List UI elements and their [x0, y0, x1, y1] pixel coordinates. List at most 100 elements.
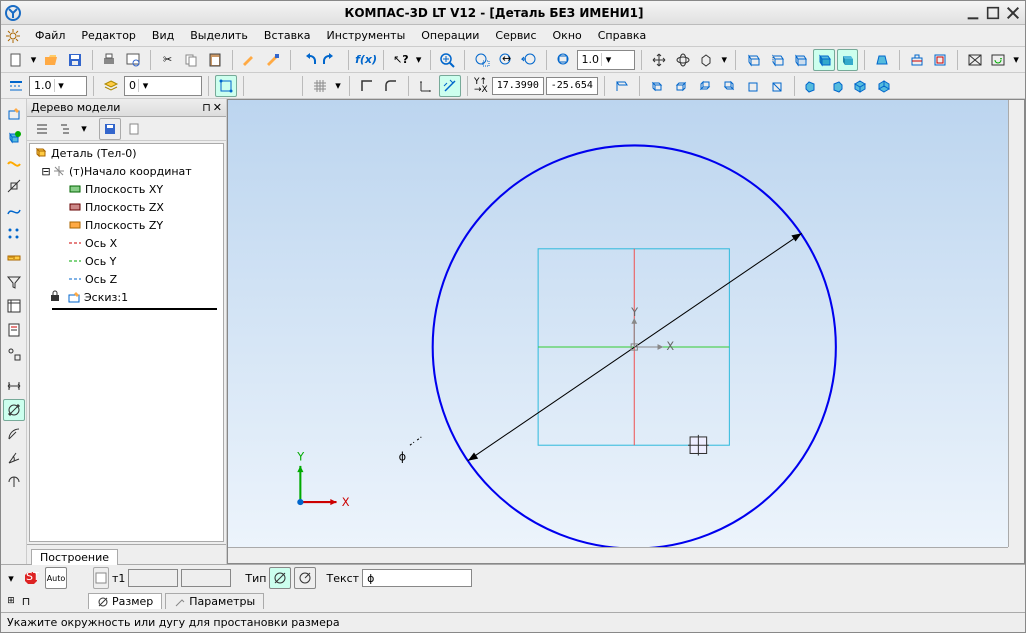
prop-dropdown[interactable]: ▾ — [5, 567, 17, 589]
iso8-button[interactable] — [825, 75, 847, 97]
hidden-thin-button[interactable] — [766, 49, 788, 71]
surface-button[interactable] — [3, 151, 25, 173]
type-radius-button[interactable] — [294, 567, 316, 589]
menu-tools[interactable]: Инструменты — [319, 27, 414, 44]
menu-help[interactable]: Справка — [590, 27, 654, 44]
zoom-window-button[interactable] — [471, 49, 493, 71]
collapse-icon[interactable]: ⊟ — [40, 165, 52, 178]
menu-file[interactable]: Файл — [27, 27, 73, 44]
tab-parameters[interactable]: Параметры — [165, 593, 264, 609]
rebuild-button[interactable] — [906, 49, 928, 71]
snap-blue-button[interactable] — [274, 75, 296, 97]
tree-plane-xy[interactable]: Плоскость XY — [30, 180, 223, 198]
new-button[interactable] — [5, 49, 27, 71]
local-cs-button[interactable] — [415, 75, 437, 97]
array-button[interactable] — [3, 223, 25, 245]
variables-button[interactable]: f(x) — [355, 49, 377, 71]
iso6-button[interactable] — [766, 75, 788, 97]
plane-xy-button[interactable] — [611, 75, 633, 97]
arc-dim-button[interactable] — [3, 471, 25, 493]
new-dropdown[interactable]: ▾ — [29, 49, 39, 71]
zoom-combo[interactable]: 1.0▾ — [577, 50, 636, 70]
menu-view[interactable]: Вид — [144, 27, 182, 44]
iso7-button[interactable] — [801, 75, 823, 97]
redraw-button[interactable] — [988, 49, 1010, 71]
prop-expand[interactable]: ⊞ — [5, 590, 17, 612]
prop-pin[interactable]: ⊓ — [20, 590, 32, 612]
section-button[interactable] — [964, 49, 986, 71]
text-field[interactable]: ϕ — [362, 569, 472, 587]
rotate-button[interactable] — [672, 49, 694, 71]
ortho-button[interactable] — [356, 75, 378, 97]
coord-x-field[interactable]: 17.3990 — [492, 77, 544, 95]
layer-combo[interactable]: 0▾ — [124, 76, 202, 96]
aux-geom-button[interactable] — [3, 175, 25, 197]
tree-view2-button[interactable] — [55, 118, 77, 140]
type-diameter-button[interactable] — [269, 567, 291, 589]
copy-props-button[interactable] — [262, 49, 284, 71]
tree-body[interactable]: Деталь (Тел-0) ⊟ (т)Начало координат Пло… — [29, 143, 224, 542]
iso5-button[interactable] — [742, 75, 764, 97]
spec-button[interactable] — [3, 295, 25, 317]
coord-y-field[interactable]: -25.654 — [546, 77, 598, 95]
tab-dimension[interactable]: Размер — [88, 593, 162, 609]
measure-button[interactable] — [3, 247, 25, 269]
line-width-combo[interactable]: 1.0▾ — [29, 76, 87, 96]
menu-window[interactable]: Окно — [545, 27, 590, 44]
auto-button[interactable]: Auto — [45, 567, 67, 589]
paste-button[interactable] — [204, 49, 226, 71]
menu-service[interactable]: Сервис — [487, 27, 544, 44]
minimize-button[interactable] — [965, 5, 981, 21]
cut-button[interactable]: ✂ — [157, 49, 179, 71]
perspective-button[interactable] — [871, 49, 893, 71]
line-style-button[interactable] — [5, 75, 27, 97]
gear-icon[interactable] — [5, 28, 21, 44]
tree-axis-x[interactable]: Ось X — [30, 234, 223, 252]
pan-button[interactable] — [648, 49, 670, 71]
menu-insert[interactable]: Вставка — [256, 27, 319, 44]
viewport[interactable]: ϕ X Y X — [227, 99, 1025, 564]
tree-tab-build[interactable]: Построение — [31, 549, 118, 565]
edit-sketch-button[interactable] — [3, 103, 25, 125]
tree-close-icon[interactable]: ✕ — [213, 101, 222, 114]
diameter-dim-button[interactable] — [3, 399, 25, 421]
shaded-button[interactable] — [837, 49, 859, 71]
filter-button[interactable] — [3, 271, 25, 293]
grid-button[interactable] — [309, 75, 331, 97]
elements-button[interactable] — [3, 343, 25, 365]
tree-save-button[interactable] — [99, 118, 121, 140]
t1-y-field[interactable] — [181, 569, 231, 587]
copy-button[interactable] — [180, 49, 202, 71]
tree-sketch[interactable]: Эскиз:1 — [30, 288, 223, 306]
tree-dropdown[interactable]: ▾ — [79, 118, 89, 140]
tree-doc-button[interactable] — [123, 118, 145, 140]
round-button[interactable] — [380, 75, 402, 97]
snap-toggle-button[interactable] — [215, 75, 237, 97]
grid-dropdown[interactable]: ▾ — [333, 75, 343, 97]
zoom-prev-button[interactable] — [518, 49, 540, 71]
redo-button[interactable] — [320, 49, 342, 71]
operation-button[interactable] — [3, 127, 25, 149]
menu-operations[interactable]: Операции — [413, 27, 487, 44]
help-dropdown[interactable]: ▾ — [414, 49, 424, 71]
simplify-button[interactable] — [929, 49, 951, 71]
help-mode-button[interactable]: ↖? — [390, 49, 412, 71]
stop-button[interactable]: STOP — [20, 567, 42, 589]
layer-button[interactable] — [100, 75, 122, 97]
zoom-in-button[interactable] — [437, 49, 459, 71]
menu-select[interactable]: Выделить — [182, 27, 256, 44]
zoom-fit-button[interactable] — [553, 49, 575, 71]
scrollbar-horizontal[interactable] — [228, 547, 1008, 563]
preview-button[interactable] — [122, 49, 144, 71]
maximize-button[interactable] — [985, 5, 1001, 21]
scrollbar-vertical[interactable] — [1008, 100, 1024, 547]
close-button[interactable] — [1005, 5, 1021, 21]
wireframe-button[interactable] — [742, 49, 764, 71]
tree-origin[interactable]: ⊟ (т)Начало координат — [30, 162, 223, 180]
properties-button[interactable] — [239, 49, 261, 71]
iso1-button[interactable] — [646, 75, 668, 97]
shaded-edges-button[interactable] — [813, 49, 835, 71]
t1-toggle[interactable] — [93, 567, 109, 589]
iso2-button[interactable] — [670, 75, 692, 97]
redraw-dropdown[interactable]: ▾ — [1011, 49, 1021, 71]
